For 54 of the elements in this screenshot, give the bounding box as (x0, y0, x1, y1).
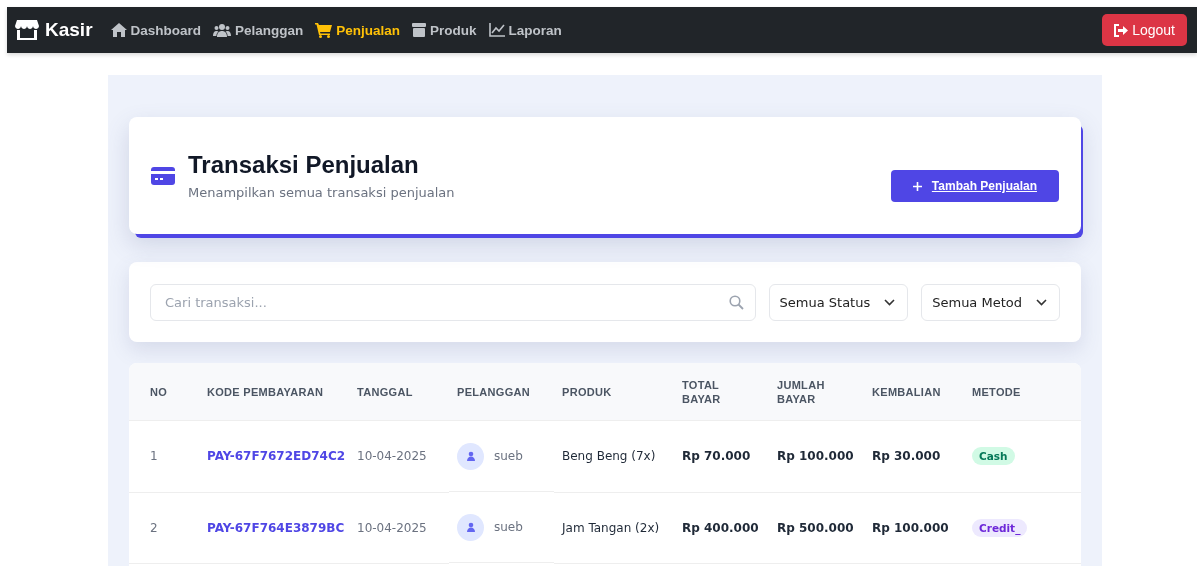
plus-icon (912, 181, 922, 191)
table-cell: Rp 400.000 (674, 492, 769, 563)
method-badge: Cash (972, 447, 1015, 466)
box-icon (412, 23, 427, 37)
credit-card-icon (151, 166, 175, 185)
search-field[interactable]: Cari transaksi... (150, 283, 756, 321)
column-header: KODE PEMBAYARAN (199, 363, 349, 421)
payment-code-link[interactable]: PAY-67F764E3879BC (199, 492, 349, 563)
table-cell: Beng Beng (7x) (554, 420, 674, 492)
chevron-down-icon (1036, 298, 1047, 306)
table-cell: Rp 500.000 (769, 492, 864, 563)
search-icon (728, 294, 744, 310)
table-cell: 1 (129, 420, 199, 492)
status-dropdown[interactable]: Semua Status (768, 283, 909, 321)
customer-name: sueb (494, 520, 523, 534)
line-chart-icon (488, 23, 505, 37)
table-cell: 2 (129, 492, 199, 563)
nav-link[interactable]: Pelanggan (213, 22, 304, 38)
column-header: TOTAL BAYAR (674, 363, 769, 421)
nav-link[interactable]: Penjualan (315, 22, 401, 38)
page-title: Transaksi Penjualan (188, 151, 420, 179)
table-cell: Rp 30.000 (864, 420, 964, 492)
table-cell: Rp 70.000 (674, 420, 769, 492)
method-dropdown[interactable]: Semua Metod (921, 283, 1060, 321)
table-cell: 10-04-2025 (349, 420, 449, 492)
table-cell: 10-04-2025 (349, 492, 449, 563)
nav-link[interactable]: Dashboard (110, 22, 202, 38)
table-cell: Rp 100.000 (864, 492, 964, 563)
column-header: NO (129, 363, 199, 421)
nav-link[interactable]: Produk (412, 22, 477, 38)
table-cell: Jam Tangan (2x) (554, 492, 674, 563)
home-icon (110, 23, 127, 37)
logout-icon (1114, 23, 1129, 37)
logout-button[interactable]: Logout (1102, 14, 1187, 46)
page-subtitle: Menampilkan semua transaksi penjualan (188, 185, 455, 200)
user-avatar-icon (457, 442, 484, 470)
add-sale-button[interactable]: Tambah Penjualan (890, 170, 1059, 202)
chevron-down-icon (884, 298, 896, 306)
column-header: JUMLAH BAYAR (769, 363, 864, 421)
user-avatar-icon (457, 513, 484, 541)
column-header: KEMBALIAN (864, 363, 964, 421)
nav-link[interactable]: Laporan (488, 22, 562, 38)
brand-name[interactable]: Kasir (45, 19, 93, 41)
users-icon (213, 23, 232, 37)
method-badge: Credit_ (972, 518, 1028, 537)
cart-icon (315, 22, 333, 38)
payment-code-link[interactable]: PAY-67F7672ED74C2 (199, 420, 349, 492)
customer-name: sueb (494, 449, 523, 463)
store-icon (15, 19, 39, 41)
column-header: TANGGAL (349, 363, 449, 421)
table-cell: Rp 100.000 (769, 420, 864, 492)
column-header: METODE (964, 363, 1081, 421)
column-header: PRODUK (554, 363, 674, 421)
column-header: PELANGGAN (449, 363, 554, 421)
